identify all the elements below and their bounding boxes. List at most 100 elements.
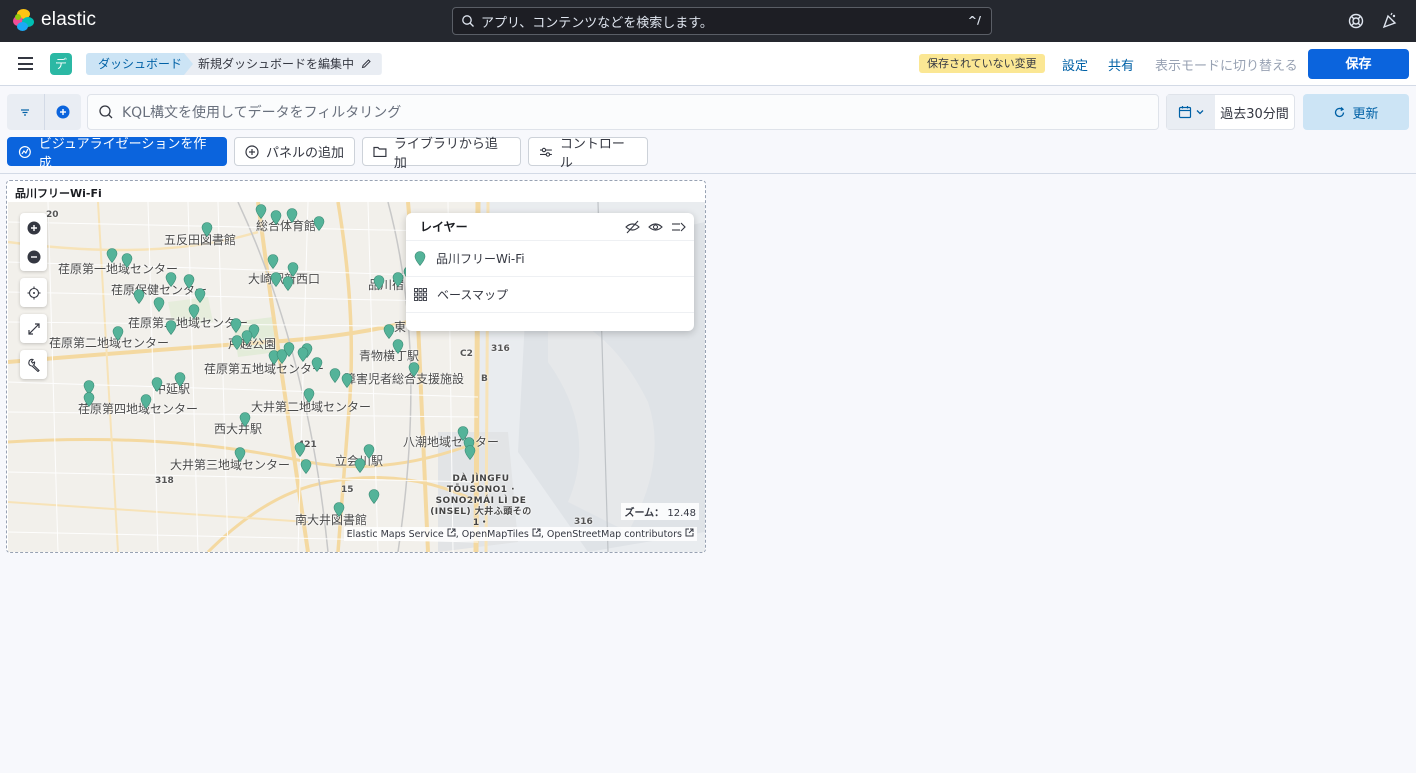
wifi-spot-marker[interactable] — [354, 458, 366, 473]
wifi-spot-marker[interactable] — [267, 254, 279, 269]
wifi-spot-marker[interactable] — [194, 288, 206, 303]
eye-icon[interactable] — [648, 220, 663, 234]
wifi-spot-marker[interactable] — [165, 320, 177, 335]
pencil-icon[interactable] — [361, 58, 372, 69]
wifi-spot-marker[interactable] — [231, 335, 243, 350]
elastic-logo-text: elastic — [41, 9, 97, 30]
create-visualization-button[interactable]: ビジュアライゼーションを作成 — [7, 137, 227, 171]
layer-control-header: レイヤー — [406, 213, 694, 241]
filter-icon — [21, 109, 30, 116]
wifi-spot-marker[interactable] — [313, 216, 325, 231]
crosshair-icon — [27, 286, 40, 299]
wifi-spot-marker[interactable] — [373, 275, 385, 290]
wifi-spot-marker[interactable] — [283, 342, 295, 357]
save-button[interactable]: 保存 — [1308, 49, 1409, 79]
share-link[interactable]: 共有 — [1108, 55, 1134, 74]
news-feed-icon[interactable] — [1381, 12, 1399, 30]
wifi-spot-marker[interactable] — [392, 339, 404, 354]
wifi-spot-marker[interactable] — [133, 289, 145, 304]
date-picker[interactable]: 過去30分間 — [1166, 94, 1295, 130]
wifi-spot-marker[interactable] — [83, 392, 95, 407]
wifi-spot-marker[interactable] — [153, 297, 165, 312]
tools-control[interactable] — [20, 350, 47, 379]
help-icon[interactable] — [1347, 12, 1365, 30]
wifi-spot-marker[interactable] — [300, 459, 312, 474]
wifi-spot-marker[interactable] — [112, 326, 124, 341]
wifi-spot-marker[interactable] — [329, 368, 341, 383]
wifi-spot-marker[interactable] — [303, 388, 315, 403]
wifi-spot-marker[interactable] — [408, 362, 420, 377]
wifi-spot-marker[interactable] — [106, 248, 118, 263]
eye-closed-icon[interactable] — [625, 220, 640, 234]
wifi-spot-marker[interactable] — [255, 204, 267, 219]
wifi-spot-marker[interactable] — [363, 444, 375, 459]
switch-view-mode-link[interactable]: 表示モードに切り替える — [1155, 55, 1298, 74]
zoom-label: ズーム： — [624, 508, 665, 519]
add-panel-button[interactable]: パネルの追加 — [234, 137, 355, 166]
time-range-label[interactable]: 過去30分間 — [1215, 95, 1294, 129]
wifi-spot-marker[interactable] — [297, 347, 309, 362]
quick-menu-button[interactable] — [1167, 95, 1215, 129]
wifi-spot-marker[interactable] — [151, 377, 163, 392]
breadcrumb-dashboards[interactable]: ダッシュボード — [86, 53, 202, 75]
kql-placeholder: KQL構文を使用してデータをフィルタリング — [122, 105, 402, 121]
layer-item-wifi[interactable]: 品川フリーWi-Fi — [406, 241, 694, 277]
wifi-spot-marker[interactable] — [464, 445, 476, 460]
attribution-link[interactable]: OpenMapTiles — [462, 529, 529, 540]
wifi-spot-marker[interactable] — [270, 272, 282, 287]
wifi-spot-marker[interactable] — [234, 447, 246, 462]
wifi-spot-marker[interactable] — [183, 274, 195, 289]
add-filter-button[interactable] — [45, 94, 82, 130]
controls-icon — [539, 147, 552, 157]
map-label: 荏原第四地域センター — [78, 402, 199, 416]
wifi-spot-marker[interactable] — [270, 210, 282, 225]
wifi-spot-marker[interactable] — [383, 324, 395, 339]
wifi-spot-marker[interactable] — [287, 262, 299, 277]
global-search-input[interactable]: アプリ、コンテンツなどを検索します。 ^/ — [452, 7, 992, 35]
zoom-out-button[interactable] — [20, 242, 47, 271]
set-view-button[interactable] — [20, 278, 47, 307]
wifi-spot-marker[interactable] — [282, 276, 294, 291]
wifi-spot-marker[interactable] — [188, 304, 200, 319]
filter-menu-button[interactable] — [7, 94, 45, 130]
fullscreen-control[interactable] — [20, 314, 47, 343]
map-attribution: Elastic Maps Service , OpenMapTiles , Op… — [343, 527, 697, 541]
attribution-link[interactable]: Elastic Maps Service — [347, 529, 444, 540]
map-label: 荏原第五地域センター — [204, 362, 325, 376]
kql-query-input[interactable]: KQL構文を使用してデータをフィルタリング — [87, 94, 1159, 130]
wifi-spot-marker[interactable] — [165, 272, 177, 287]
tools-button[interactable] — [20, 350, 47, 379]
wifi-spot-marker[interactable] — [333, 502, 345, 517]
zoom-in-button[interactable] — [20, 213, 47, 242]
filter-button-group — [7, 94, 81, 130]
elastic-logo[interactable]: elastic — [13, 9, 96, 31]
settings-link[interactable]: 設定 — [1062, 55, 1088, 74]
collapse-right-icon[interactable] — [671, 220, 686, 234]
wifi-spot-marker[interactable] — [286, 208, 298, 223]
wifi-spot-marker[interactable] — [174, 372, 186, 387]
wifi-spot-marker[interactable] — [201, 222, 213, 237]
layer-item-basemap[interactable]: ベースマップ — [406, 277, 694, 313]
wifi-spot-marker[interactable] — [341, 373, 353, 388]
wifi-spot-marker[interactable] — [368, 489, 380, 504]
menu-icon[interactable] — [18, 57, 33, 70]
add-from-library-button[interactable]: ライブラリから追加 — [362, 137, 521, 171]
wifi-spot-marker[interactable] — [121, 253, 133, 268]
wifi-spot-marker[interactable] — [294, 442, 306, 457]
wifi-spot-marker[interactable] — [311, 357, 323, 372]
panel-title: 品川フリーWi-Fi — [15, 187, 102, 200]
wifi-spot-marker[interactable] — [140, 394, 152, 409]
zoom-level-display: ズーム： 12.48 — [621, 503, 699, 520]
refresh-button[interactable]: 更新 — [1303, 94, 1409, 130]
wifi-spot-marker[interactable] — [239, 412, 251, 427]
fullscreen-button[interactable] — [20, 314, 47, 343]
controls-button[interactable]: コントロール — [528, 137, 648, 171]
grid-icon — [414, 288, 427, 301]
set-view-control[interactable] — [20, 278, 47, 307]
unsaved-changes-badge: 保存されていない変更 — [919, 54, 1045, 73]
map-label: 障害児者総合支援施設 — [344, 372, 465, 386]
space-avatar[interactable]: デ — [50, 53, 72, 75]
attribution-link[interactable]: OpenStreetMap contributors — [547, 529, 682, 540]
search-icon — [462, 15, 474, 27]
breadcrumb-current-label: 新規ダッシュボードを編集中 — [198, 57, 355, 71]
